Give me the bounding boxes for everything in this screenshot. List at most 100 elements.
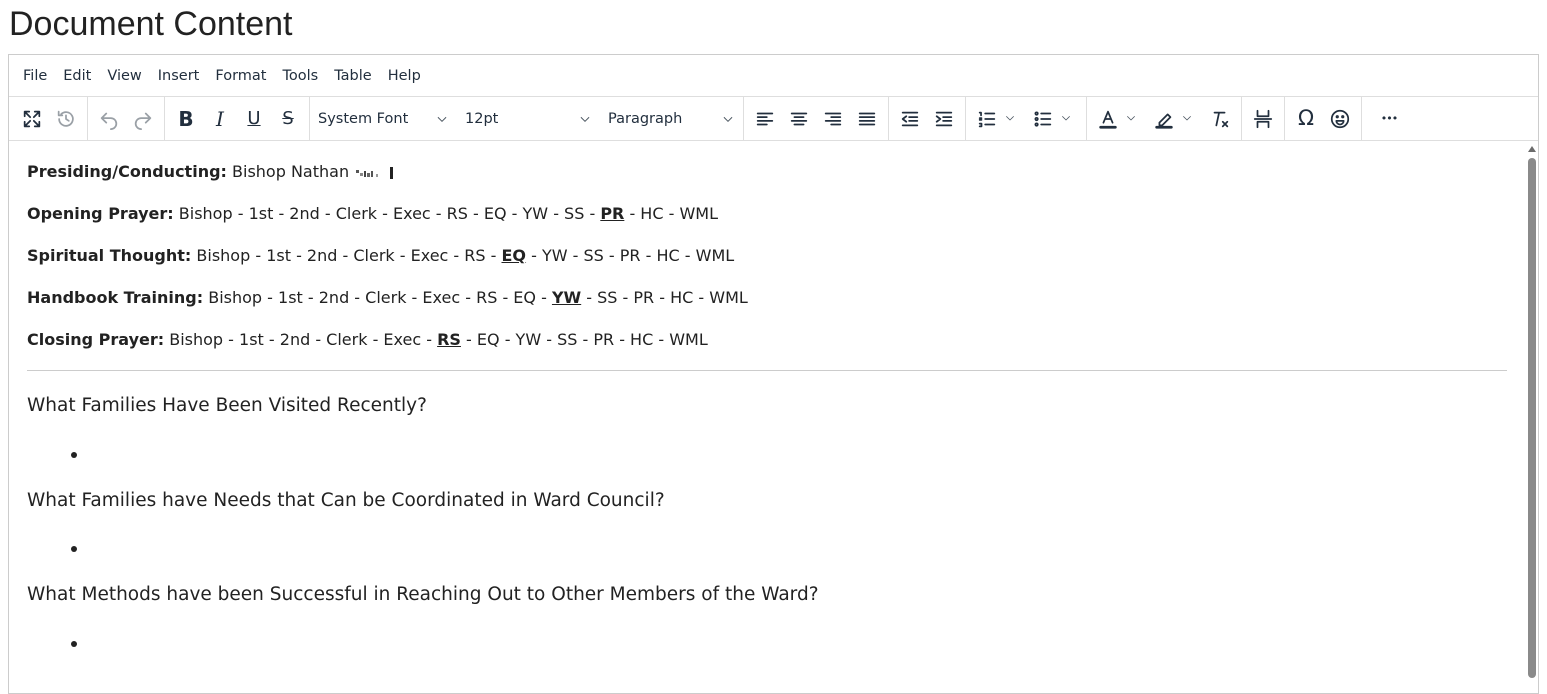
bold-button[interactable]: B bbox=[169, 102, 203, 136]
scrollbar-thumb[interactable] bbox=[1528, 158, 1536, 678]
menu-tools[interactable]: Tools bbox=[274, 61, 326, 91]
chevron-down-icon bbox=[437, 116, 447, 122]
empty-list-item[interactable] bbox=[71, 452, 77, 458]
special-character-button[interactable]: Ω bbox=[1289, 102, 1323, 136]
assignment-label: Presiding/Conducting: bbox=[27, 162, 227, 181]
indent-icon bbox=[935, 111, 953, 126]
clear-formatting-icon bbox=[1213, 111, 1229, 127]
assignment-spiritual-thought: Spiritual Thought: Bishop - 1st - 2nd - … bbox=[27, 245, 734, 267]
align-right-button[interactable] bbox=[816, 102, 850, 136]
emoji-button[interactable] bbox=[1323, 102, 1357, 136]
align-center-icon bbox=[790, 112, 808, 125]
underline-button[interactable]: U bbox=[237, 102, 271, 136]
block-format-select[interactable]: Paragraph bbox=[600, 102, 743, 136]
indent-button[interactable] bbox=[927, 102, 961, 136]
italic-icon: I bbox=[216, 106, 224, 131]
chevron-down-icon bbox=[1062, 116, 1070, 121]
redacted-signature-mark bbox=[356, 166, 394, 179]
rich-text-editor: File Edit View Insert Format Tools Table… bbox=[8, 54, 1539, 694]
align-justify-button[interactable] bbox=[850, 102, 884, 136]
align-left-icon bbox=[756, 112, 774, 125]
align-center-button[interactable] bbox=[782, 102, 816, 136]
chevron-down-icon bbox=[1006, 116, 1014, 121]
redo-icon bbox=[134, 112, 152, 130]
assignment-presiding: Presiding/Conducting: Bishop Nathan bbox=[27, 161, 394, 183]
highlight-color-button[interactable] bbox=[1147, 102, 1203, 136]
assignment-options: - YW - SS - PR - HC - WML bbox=[526, 246, 735, 265]
menu-insert[interactable]: Insert bbox=[150, 61, 208, 91]
bold-icon: B bbox=[178, 106, 194, 131]
menu-edit[interactable]: Edit bbox=[55, 61, 99, 91]
assignment-options: - EQ - YW - SS - PR - HC - WML bbox=[460, 330, 708, 349]
history-icon bbox=[57, 110, 74, 127]
underline-icon: U bbox=[247, 107, 261, 129]
numbered-list-button[interactable] bbox=[970, 102, 1026, 136]
horizontal-rule bbox=[27, 370, 1507, 371]
assignment-label: Opening Prayer: bbox=[27, 204, 174, 223]
question-heading: What Families have Needs that Can be Coo… bbox=[27, 490, 665, 511]
assignment-selected: EQ bbox=[501, 246, 527, 265]
undo-icon bbox=[100, 112, 118, 130]
redo-button[interactable] bbox=[126, 102, 160, 136]
align-left-button[interactable] bbox=[748, 102, 782, 136]
bullet-list-button[interactable] bbox=[1026, 102, 1082, 136]
page-break-button[interactable] bbox=[1246, 102, 1280, 136]
assignment-options: Bishop - 1st - 2nd - Clerk - Exec - RS - bbox=[196, 246, 502, 265]
bullet-list-icon bbox=[1034, 110, 1052, 127]
chevron-down-icon bbox=[580, 116, 590, 122]
assignment-label: Handbook Training: bbox=[27, 288, 204, 307]
font-family-select[interactable]: System Font bbox=[310, 102, 457, 136]
clear-formatting-button[interactable] bbox=[1203, 102, 1237, 136]
more-icon: ••• bbox=[1380, 112, 1398, 125]
menu-table[interactable]: Table bbox=[326, 61, 380, 91]
assignment-opening-prayer: Opening Prayer: Bishop - 1st - 2nd - Cle… bbox=[27, 203, 718, 225]
scroll-up-arrow-icon[interactable] bbox=[1528, 146, 1536, 152]
assignment-closing-prayer: Closing Prayer: Bishop - 1st - 2nd - Cle… bbox=[27, 329, 708, 351]
emoji-icon bbox=[1330, 109, 1350, 128]
question-heading: What Families Have Been Visited Recently… bbox=[27, 395, 427, 416]
menu-file[interactable]: File bbox=[15, 61, 55, 91]
assignment-options: Bishop - 1st - 2nd - Clerk - Exec - RS -… bbox=[178, 204, 601, 223]
font-size-select[interactable]: 12pt bbox=[457, 102, 600, 136]
special-character-icon: Ω bbox=[1297, 106, 1315, 130]
highlight-icon bbox=[1155, 113, 1173, 129]
numbered-list-icon bbox=[978, 111, 996, 127]
assignment-options: - HC - WML bbox=[624, 204, 718, 223]
assignment-options: Bishop - 1st - 2nd - Clerk - Exec - bbox=[169, 330, 438, 349]
chevron-down-icon bbox=[1127, 116, 1135, 121]
text-color-icon bbox=[1099, 110, 1117, 129]
assignment-selected: RS bbox=[437, 330, 461, 349]
fullscreen-icon bbox=[23, 110, 41, 127]
italic-button[interactable]: I bbox=[203, 102, 237, 136]
toolbar: B I U S System Font 12pt Paragraph Ω ••• bbox=[9, 96, 1538, 141]
page-break-icon bbox=[1253, 109, 1273, 128]
more-button[interactable]: ••• bbox=[1372, 102, 1406, 136]
undo-button[interactable] bbox=[92, 102, 126, 136]
empty-list-item[interactable] bbox=[71, 546, 77, 552]
text-color-button[interactable] bbox=[1091, 102, 1147, 136]
assignment-value: Bishop Nathan bbox=[232, 162, 350, 181]
font-size-value: 12pt bbox=[465, 110, 499, 127]
block-format-value: Paragraph bbox=[608, 110, 683, 127]
assignment-selected: YW bbox=[551, 288, 582, 307]
menu-view[interactable]: View bbox=[99, 61, 149, 91]
strikethrough-button[interactable]: S bbox=[271, 102, 305, 136]
menu-format[interactable]: Format bbox=[207, 61, 274, 91]
page-title: Document Content bbox=[9, 5, 293, 43]
menu-help[interactable]: Help bbox=[380, 61, 429, 91]
assignment-selected: PR bbox=[600, 204, 625, 223]
assignment-label: Spiritual Thought: bbox=[27, 246, 192, 265]
outdent-button[interactable] bbox=[893, 102, 927, 136]
assignment-options: - SS - PR - HC - WML bbox=[581, 288, 748, 307]
assignment-label: Closing Prayer: bbox=[27, 330, 165, 349]
restore-draft-button[interactable] bbox=[49, 102, 83, 136]
fullscreen-button[interactable] bbox=[15, 102, 49, 136]
align-right-icon bbox=[824, 112, 842, 125]
editor-content[interactable]: Presiding/Conducting: Bishop Nathan Open… bbox=[9, 141, 1538, 693]
assignment-handbook-training: Handbook Training: Bishop - 1st - 2nd - … bbox=[27, 287, 748, 309]
chevron-down-icon bbox=[723, 116, 733, 122]
menubar: File Edit View Insert Format Tools Table… bbox=[9, 55, 1538, 97]
assignment-options: Bishop - 1st - 2nd - Clerk - Exec - RS -… bbox=[208, 288, 552, 307]
empty-list-item[interactable] bbox=[71, 641, 77, 647]
outdent-icon bbox=[901, 111, 919, 126]
